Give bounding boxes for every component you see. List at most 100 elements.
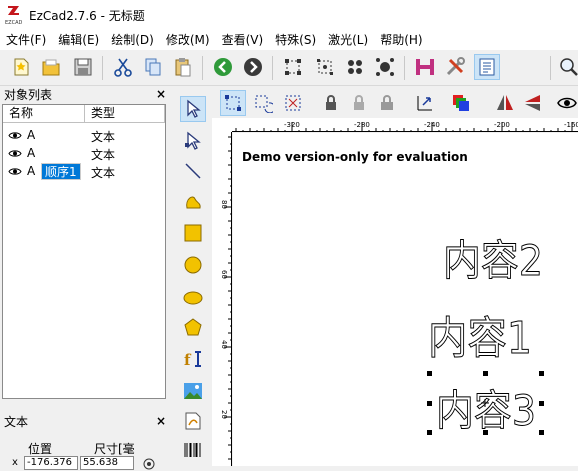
column-name[interactable]: 名称 [3, 105, 85, 123]
vector-file-tool[interactable] [180, 408, 206, 434]
open-icon [42, 59, 60, 76]
eye-icon[interactable] [8, 167, 22, 176]
new-icon [14, 58, 29, 76]
list-item[interactable]: A 文本 [3, 145, 165, 163]
menu-draw[interactable]: 绘制(D) [105, 30, 160, 50]
select-group-icon [376, 58, 394, 76]
object-list-header: 对象列表 × [0, 86, 170, 102]
save-file-button[interactable] [70, 54, 96, 80]
preview-button[interactable] [554, 90, 578, 116]
title-bar: EZCAD EzCad2.7.6 - 无标题 [0, 0, 578, 30]
invert-select-icon [285, 95, 301, 111]
toolbar-separator [102, 56, 103, 80]
select-all-button[interactable] [220, 90, 246, 116]
position-x-input[interactable]: -176.376 [24, 456, 78, 470]
select-group-button[interactable] [372, 54, 398, 80]
menu-modify[interactable]: 修改(M) [160, 30, 216, 50]
coordinate-button[interactable] [412, 90, 438, 116]
object-list-panel: 对象列表 × 名称 类型 A 文本 A 文本 A 顺序1 文本 [0, 86, 170, 406]
rectangle-tool[interactable] [180, 220, 206, 246]
select-tool[interactable] [180, 96, 206, 122]
curve-tool[interactable] [180, 188, 206, 214]
size-x-input[interactable]: 55.638 [80, 456, 134, 470]
window-title: EzCad2.7.6 - 无标题 [29, 9, 145, 23]
text-tool[interactable]: f [180, 346, 206, 372]
ruler-top-ticks: -320 -280 -240 -200 -160 [235, 121, 578, 131]
polygon-tool[interactable] [180, 314, 206, 340]
color-layers-icon [453, 95, 469, 111]
lock-icon [326, 95, 336, 110]
pointer-icon [187, 99, 201, 118]
text-fI-icon: f [184, 351, 201, 369]
canvas-text-object-3[interactable]: 内容3 [436, 386, 537, 436]
circle-tool[interactable] [180, 252, 206, 278]
copy-button[interactable] [140, 54, 166, 80]
redo-icon [244, 58, 262, 76]
object-list-close-button[interactable]: × [156, 87, 166, 101]
canvas-text-object-1[interactable]: 内容1 [428, 313, 533, 365]
menu-special[interactable]: 特殊(S) [269, 30, 322, 50]
zoom-button[interactable] [556, 54, 578, 80]
undo-button[interactable] [210, 54, 236, 80]
list-item[interactable]: A 文本 [3, 127, 165, 145]
open-file-button[interactable] [38, 54, 64, 80]
redo-button[interactable] [240, 54, 266, 80]
menu-file[interactable]: 文件(F) [0, 30, 52, 50]
ruler-top: -320 -280 -240 -200 -160 [232, 118, 578, 132]
lock-button[interactable] [318, 90, 344, 116]
invert-select-button[interactable] [280, 90, 306, 116]
text-panel-close-button[interactable]: × [156, 414, 166, 428]
object-list-title: 对象列表 [4, 87, 53, 102]
drawing-canvas[interactable]: Demo version-only for evaluation 内容2 内容1… [233, 133, 578, 466]
unlock-all-button[interactable] [374, 90, 400, 116]
polygon-icon [184, 318, 202, 336]
svg-text:f: f [184, 351, 192, 369]
circle-icon [184, 256, 202, 274]
mirror-vertical-button[interactable] [520, 90, 546, 116]
canvas-objects: 内容2 内容1 内容3 [427, 236, 544, 436]
position-label: 位置 [28, 442, 53, 456]
ruler-left-label: 40 [220, 340, 228, 349]
canvas-text-object-2[interactable]: 内容2 [443, 236, 544, 286]
bitmap-tool[interactable] [180, 378, 206, 404]
toolbar-separator [550, 56, 551, 80]
ruler-top-label: -320 [284, 121, 300, 129]
object-list[interactable]: 名称 类型 A 文本 A 文本 A 顺序1 文本 [2, 104, 166, 399]
cut-button[interactable] [110, 54, 136, 80]
rotate-select-button[interactable] [250, 90, 276, 116]
ellipse-tool[interactable] [180, 284, 206, 310]
rectangle-icon [184, 224, 202, 242]
tools-icon [446, 57, 465, 76]
list-view-button[interactable] [474, 54, 500, 80]
node-edit-tool[interactable] [180, 128, 206, 154]
eye-icon[interactable] [8, 149, 22, 158]
toolbar-separator [404, 56, 405, 80]
object-name: A [27, 164, 36, 178]
menu-edit[interactable]: 编辑(E) [52, 30, 105, 50]
menu-laser[interactable]: 激光(L) [322, 30, 374, 50]
tools-button[interactable] [442, 54, 468, 80]
lock-ratio-icon[interactable] [142, 457, 156, 471]
barcode-tool[interactable] [180, 438, 206, 464]
line-tool[interactable] [180, 158, 206, 184]
select-center-button[interactable] [312, 54, 338, 80]
hatch-h-icon [416, 59, 434, 75]
eye-icon[interactable] [8, 131, 22, 140]
mirror-horizontal-button[interactable] [492, 90, 518, 116]
column-type[interactable]: 类型 [85, 105, 165, 123]
menu-help[interactable]: 帮助(H) [374, 30, 428, 50]
svg-text:EZCAD: EZCAD [5, 20, 22, 26]
text-panel-title: 文本 [4, 414, 29, 429]
unlock-button[interactable] [346, 90, 372, 116]
new-file-button[interactable] [8, 54, 34, 80]
hatch-button[interactable] [412, 54, 438, 80]
paste-button[interactable] [170, 54, 196, 80]
select-handles-button[interactable] [280, 54, 306, 80]
ruler-left-label: 20 [220, 410, 228, 419]
main-toolbar [0, 50, 578, 86]
list-item[interactable]: A 顺序1 文本 [3, 163, 165, 181]
color-layers-button[interactable] [448, 90, 474, 116]
cut-icon [114, 58, 132, 77]
menu-view[interactable]: 查看(V) [216, 30, 270, 50]
select-dots-button[interactable] [342, 54, 368, 80]
